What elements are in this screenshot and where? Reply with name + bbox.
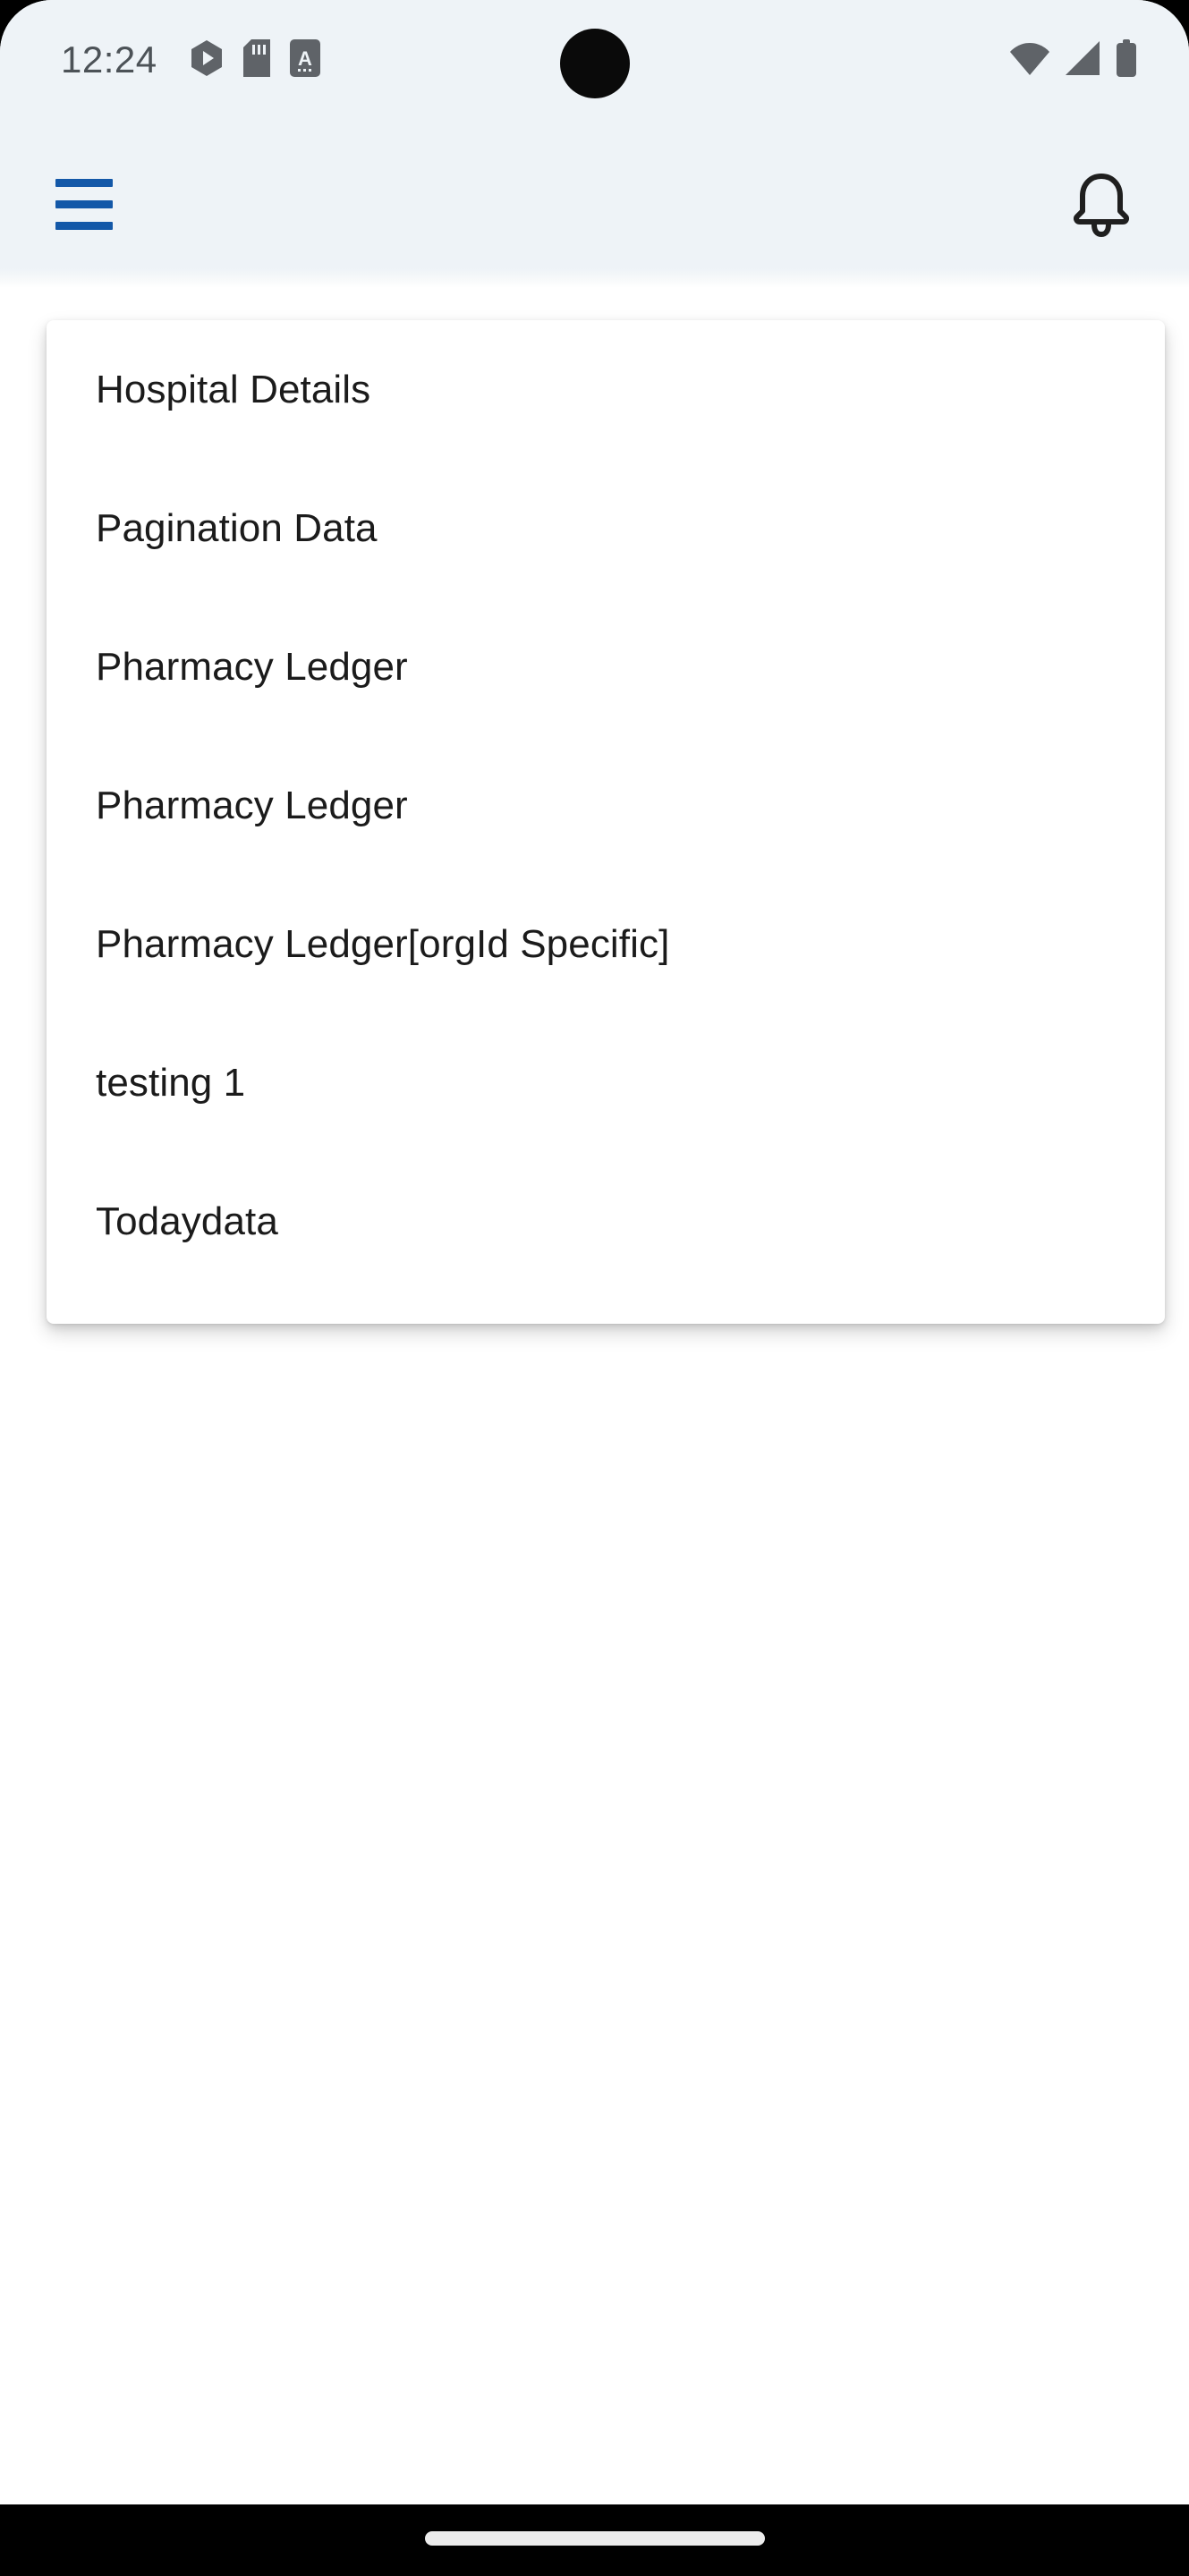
hamburger-menu-icon[interactable]: [55, 172, 125, 236]
menu-item-label: Todaydata: [96, 1199, 278, 1243]
menu-item-label: Pagination Data: [96, 505, 378, 550]
wifi-icon: [1010, 39, 1049, 81]
phone-frame: 12:24 A Hospital Details Pagination Data…: [0, 0, 1189, 2576]
hamburger-bar-3: [55, 221, 113, 230]
menu-item-pagination-data[interactable]: Pagination Data: [47, 459, 1165, 597]
dropdown-menu-panel: Hospital Details Pagination Data Pharmac…: [47, 320, 1165, 1324]
hamburger-bar-1: [55, 178, 113, 187]
menu-item-label: testing 1: [96, 1060, 246, 1105]
cellular-signal-icon: [1064, 39, 1101, 81]
menu-item-pharmacy-ledger-orgid-specific[interactable]: Pharmacy Ledger[orgId Specific]: [47, 875, 1165, 1013]
home-gesture-pill[interactable]: [424, 2531, 765, 2546]
status-bar-clock: 12:24: [61, 38, 157, 80]
menu-item-hospital-details[interactable]: Hospital Details: [47, 320, 1165, 459]
menu-item-todaydata[interactable]: Todaydata: [47, 1152, 1165, 1291]
status-bar-left-icons: A: [190, 39, 320, 81]
menu-item-label: Pharmacy Ledger: [96, 783, 408, 827]
system-navigation-bar: [0, 2504, 1189, 2576]
sd-card-icon: [243, 39, 270, 81]
hamburger-bar-2: [55, 199, 113, 208]
svg-text:A: A: [298, 47, 312, 70]
text-a-icon: A: [290, 39, 320, 81]
menu-item-label: Hospital Details: [96, 367, 371, 411]
play-store-icon: [190, 39, 224, 81]
menu-item-pharmacy-ledger-2[interactable]: Pharmacy Ledger: [47, 736, 1165, 875]
camera-punch-hole: [559, 29, 630, 98]
notification-bell-icon[interactable]: [1060, 163, 1142, 245]
status-bar: 12:24 A: [0, 0, 1189, 123]
menu-item-pharmacy-ledger-1[interactable]: Pharmacy Ledger: [47, 597, 1165, 736]
battery-icon: [1116, 39, 1137, 81]
status-bar-right-icons: [1010, 39, 1137, 81]
app-bar: [0, 123, 1189, 286]
app-bar-seam: [0, 268, 1189, 288]
phone-screen: 12:24 A Hospital Details Pagination Data…: [0, 0, 1189, 2504]
menu-item-label: Pharmacy Ledger[orgId Specific]: [96, 921, 670, 966]
menu-item-label: Pharmacy Ledger: [96, 644, 408, 689]
menu-item-testing-1[interactable]: testing 1: [47, 1013, 1165, 1152]
